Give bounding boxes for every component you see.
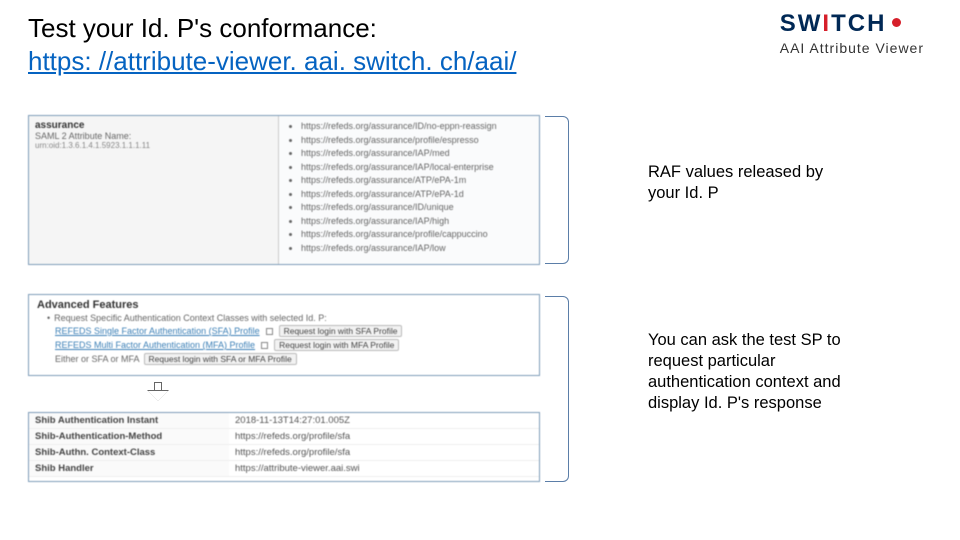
sfa-request-button[interactable]: Request login with SFA Profile	[279, 325, 403, 337]
attribute-name: assurance	[35, 120, 272, 131]
list-item: https://refeds.org/assurance/profile/esp…	[301, 134, 539, 148]
list-item: https://refeds.org/assurance/IAP/med	[301, 147, 539, 161]
sfa-profile-link[interactable]: REFEDS Single Factor Authentication (SFA…	[55, 326, 260, 336]
assurance-value-list: https://refeds.org/assurance/ID/no-eppn-…	[283, 120, 539, 255]
panel2-intro: Request Specific Authentication Context …	[54, 313, 327, 323]
list-item: https://refeds.org/assurance/IAP/local-e…	[301, 161, 539, 175]
panel2-heading: Advanced Features	[37, 299, 531, 311]
shib-response-table: Shib Authentication Instant2018-11-13T14…	[29, 413, 539, 477]
screenshot-advanced-features: Advanced Features • Request Specific Aut…	[28, 294, 540, 376]
table-row: Shib Authentication Instant2018-11-13T14…	[29, 413, 539, 429]
slide-title-block: Test your Id. P's conformance: https: //…	[28, 12, 516, 77]
external-link-icon	[266, 328, 273, 335]
logo-subtitle: AAI Attribute Viewer	[780, 40, 924, 56]
list-item: https://refeds.org/assurance/ATP/ePA-1m	[301, 174, 539, 188]
circle-icon	[892, 18, 901, 27]
table-row: Shib Handlerhttps://attribute-viewer.aai…	[29, 461, 539, 477]
callout-raf-values: RAF values released by your Id. P	[648, 162, 848, 204]
bracket-icon	[545, 296, 569, 482]
list-item: https://refeds.org/assurance/IAP/high	[301, 215, 539, 229]
attribute-oid: urn:oid:1.3.6.1.4.1.5923.1.1.1.11	[35, 141, 272, 150]
screenshot-shib-response: Shib Authentication Instant2018-11-13T14…	[28, 412, 540, 482]
list-item: https://refeds.org/assurance/ATP/ePA-1d	[301, 188, 539, 202]
attribute-viewer-link[interactable]: https: //attribute-viewer. aai. switch. …	[28, 45, 516, 78]
list-item: https://refeds.org/assurance/ID/unique	[301, 201, 539, 215]
list-item: https://refeds.org/assurance/ID/no-eppn-…	[301, 120, 539, 134]
sfa-or-mfa-request-button[interactable]: Request login with SFA or MFA Profile	[144, 353, 297, 365]
logo-part-main: SW	[780, 10, 823, 38]
callout-authn-context: You can ask the test SP to request parti…	[648, 330, 848, 414]
screenshot-attribute-values: assurance SAML 2 Attribute Name: urn:oid…	[28, 115, 540, 265]
bracket-icon	[545, 116, 569, 264]
mfa-request-button[interactable]: Request login with MFA Profile	[274, 339, 399, 351]
logo-part-rest: TCH	[831, 10, 886, 38]
table-row: Shib-Authn. Context-Classhttps://refeds.…	[29, 445, 539, 461]
list-item: https://refeds.org/assurance/profile/cap…	[301, 228, 539, 242]
arrow-down-icon	[148, 382, 168, 404]
attribute-values-cell: https://refeds.org/assurance/ID/no-eppn-…	[279, 116, 539, 264]
table-row: Shib-Authentication-Methodhttps://refeds…	[29, 429, 539, 445]
switch-wordmark: SWITCH	[780, 10, 924, 38]
attribute-subtitle: SAML 2 Attribute Name:	[35, 131, 272, 141]
mfa-profile-link[interactable]: REFEDS Multi Factor Authentication (MFA)…	[55, 340, 255, 350]
slide-title: Test your Id. P's conformance:	[28, 12, 516, 45]
external-link-icon	[261, 342, 268, 349]
switch-logo: SWITCH AAI Attribute Viewer	[780, 10, 924, 56]
logo-part-accent: I	[822, 10, 831, 38]
either-label: Either or SFA or MFA	[55, 354, 140, 364]
list-item: https://refeds.org/assurance/IAP/low	[301, 242, 539, 256]
attribute-label-cell: assurance SAML 2 Attribute Name: urn:oid…	[29, 116, 279, 264]
